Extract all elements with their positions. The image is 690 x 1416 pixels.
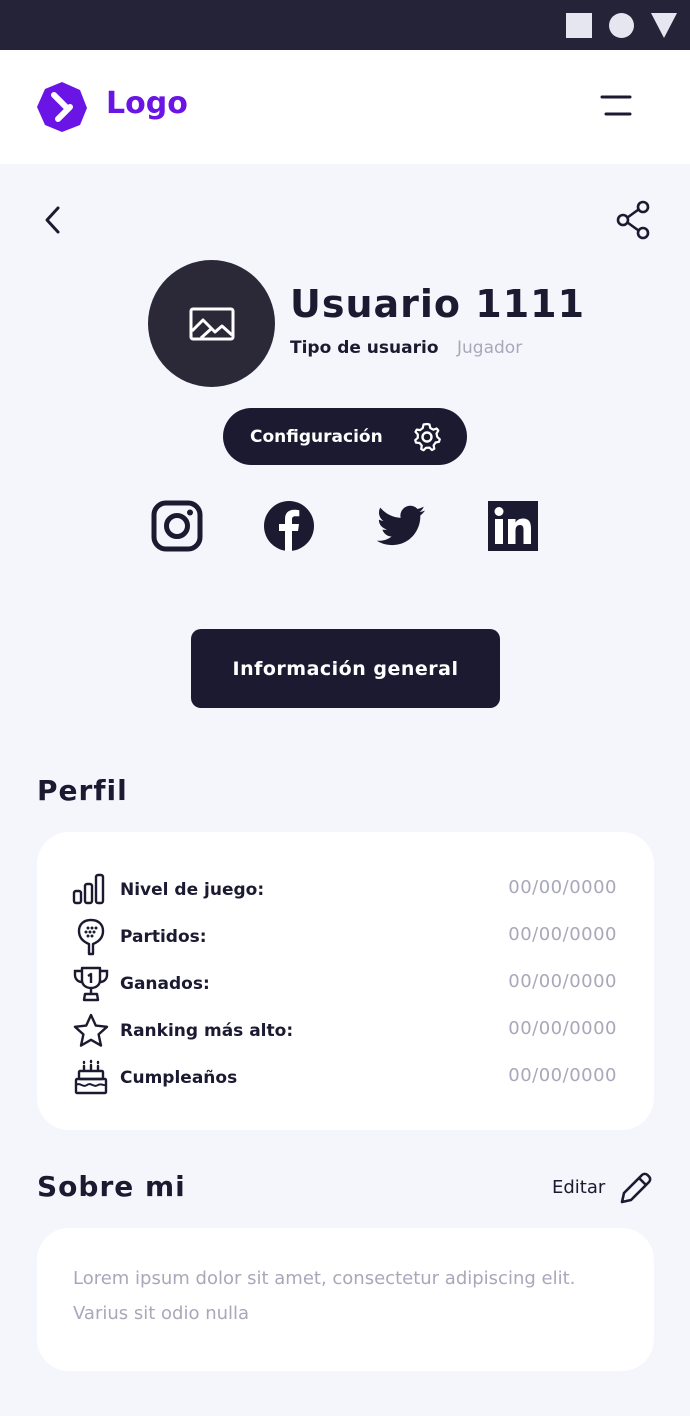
facebook-icon[interactable] (263, 500, 315, 552)
trophy-icon (73, 966, 109, 1002)
profile-row-value: 00/00/0000 (508, 1018, 617, 1039)
profile-row-value: 00/00/0000 (508, 1065, 617, 1086)
about-card: Lorem ipsum dolor sit amet, consectetur … (37, 1228, 654, 1371)
image-placeholder-icon (189, 307, 234, 340)
general-info-label: Información general (232, 657, 459, 680)
linkedin-icon[interactable] (487, 500, 539, 552)
top-bar: Logo (0, 50, 690, 164)
logo-icon[interactable] (36, 81, 88, 133)
profile-row-matches: Partidos: 00/00/0000 (37, 917, 654, 957)
hamburger-menu-icon[interactable] (596, 88, 638, 124)
status-bar (0, 0, 690, 50)
edit-button[interactable]: Editar (552, 1168, 656, 1208)
profile-row-label: Ranking más alto: (120, 1021, 294, 1041)
pencil-icon (620, 1172, 652, 1204)
profile-row-value: 00/00/0000 (508, 924, 617, 945)
avatar[interactable] (148, 260, 275, 387)
instagram-icon[interactable] (151, 500, 203, 552)
gear-icon (414, 422, 441, 452)
share-icon[interactable] (612, 198, 656, 242)
chevron-left-icon[interactable] (36, 200, 72, 240)
profile-row-label: Ganados: (120, 974, 210, 994)
user-type-value: Jugador (457, 338, 523, 358)
config-button-label: Configuración (250, 426, 383, 447)
logo-text[interactable]: Logo (106, 84, 188, 124)
bar-chart-icon (72, 873, 105, 905)
about-text: Lorem ipsum dolor sit amet, consectetur … (73, 1268, 576, 1324)
star-icon (73, 1013, 109, 1047)
profile-row-level: Nivel de juego: 00/00/0000 (37, 870, 654, 910)
edit-button-label: Editar (552, 1177, 606, 1198)
profile-row-label: Nivel de juego: (120, 880, 265, 900)
perfil-card: Nivel de juego: 00/00/0000 Partidos: 00/… (37, 832, 654, 1130)
user-type-label: Tipo de usuario (290, 338, 439, 358)
twitter-icon[interactable] (375, 500, 427, 552)
padel-racket-icon (77, 918, 105, 956)
profile-row-label: Partidos: (120, 927, 207, 947)
profile-row-label: Cumpleaños (120, 1068, 238, 1088)
profile-row-value: 00/00/0000 (508, 971, 617, 992)
square-icon (566, 13, 592, 38)
config-button[interactable]: Configuración (223, 408, 467, 465)
cake-icon (74, 1059, 108, 1095)
sobre-mi-title: Sobre mi (37, 1170, 186, 1203)
profile-row-ranking: Ranking más alto: 00/00/0000 (37, 1011, 654, 1051)
user-name: Usuario 1111 (290, 282, 586, 326)
triangle-icon (651, 13, 677, 38)
circle-icon (609, 13, 634, 38)
general-info-button[interactable]: Información general (191, 629, 500, 708)
profile-row-value: 00/00/0000 (508, 877, 617, 898)
profile-row-won: Ganados: 00/00/0000 (37, 964, 654, 1004)
perfil-title: Perfil (37, 774, 128, 807)
profile-row-birthday: Cumpleaños 00/00/0000 (37, 1058, 654, 1098)
